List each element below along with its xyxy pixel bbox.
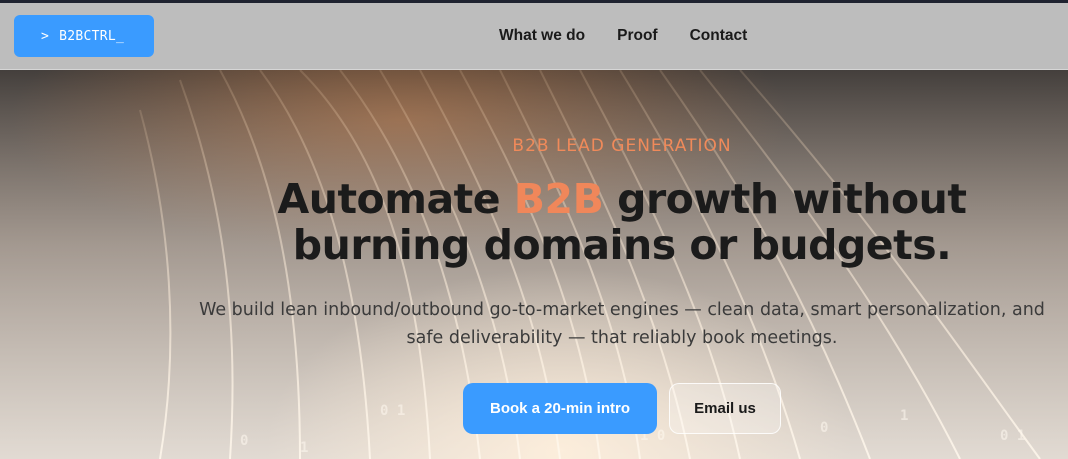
headline-pre: Automate [277,175,514,223]
nav-link-contact[interactable]: Contact [690,27,748,45]
hero-eyebrow: B2B LEAD GENERATION [512,136,732,156]
hero-headline: Automate B2B growth without burning doma… [190,176,1054,268]
book-intro-button[interactable]: Book a 20-min intro [463,383,657,434]
top-navbar: > B2BCTRL_ What we do Proof Contact [0,3,1068,70]
nav-link-what-we-do[interactable]: What we do [499,27,585,45]
brand-logo-button[interactable]: > B2BCTRL_ [14,15,154,57]
email-us-button[interactable]: Email us [669,383,781,434]
nav-link-proof[interactable]: Proof [617,27,657,45]
hero-section: 0 1 0 1 1 0 0 1 0 1 B2B LEAD GENERATION … [0,70,1068,459]
hero-subtitle: We build lean inbound/outbound go-to-mar… [199,300,1045,348]
prompt-caret-icon: > [41,28,50,44]
headline-accent: B2B [513,175,604,223]
primary-nav: What we do Proof Contact [499,27,747,45]
brand-name: B2BCTRL_ [59,28,125,44]
